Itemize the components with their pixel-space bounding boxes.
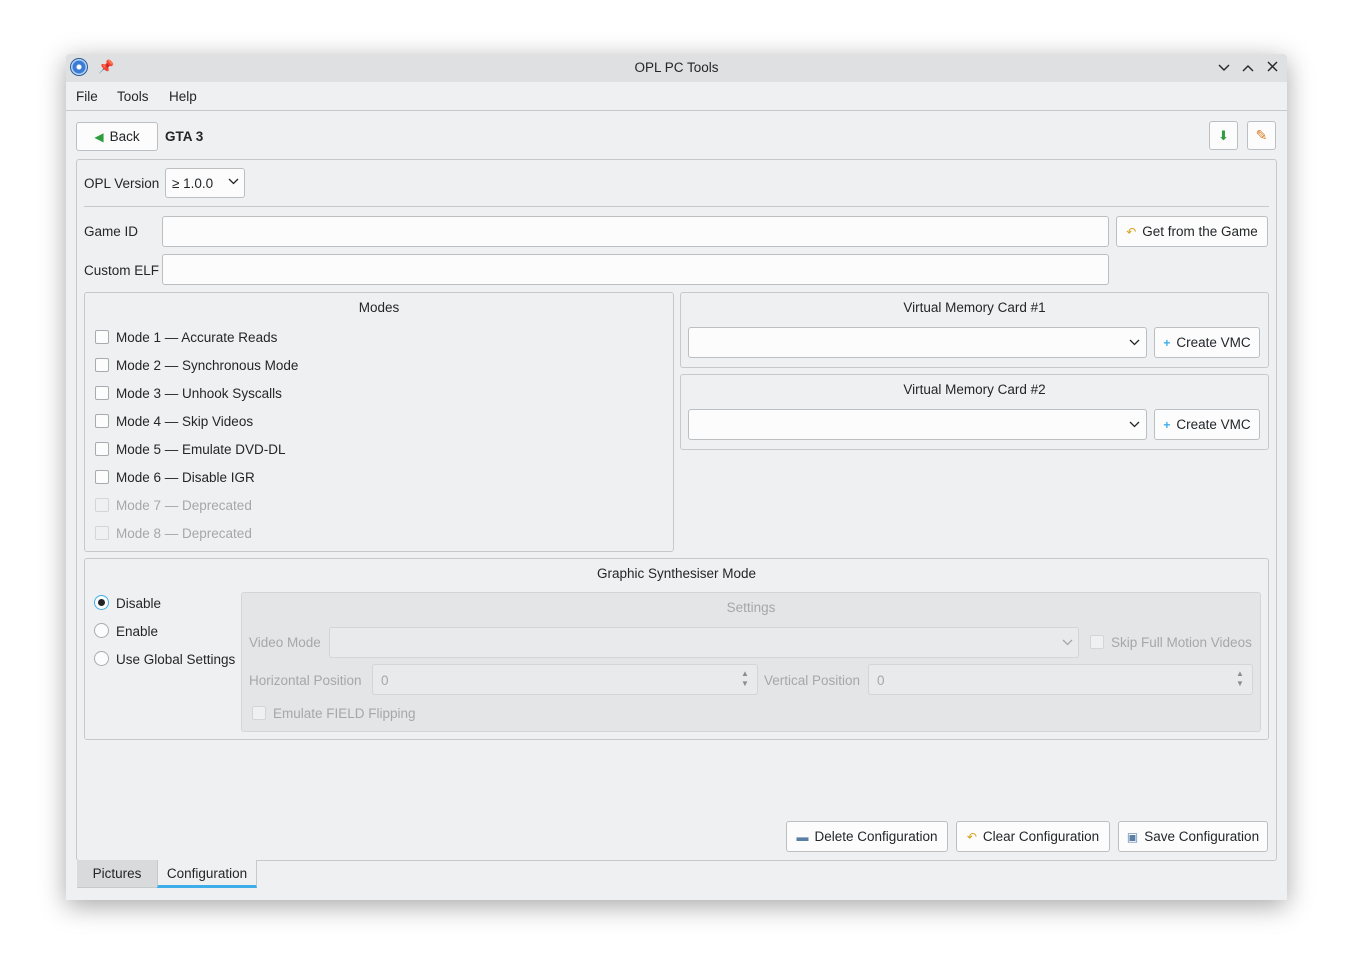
download-button[interactable]: ⬇ — [1209, 121, 1238, 150]
get-from-game-button[interactable]: ↶ Get from the Game — [1116, 216, 1268, 247]
modes-title: Modes — [358, 300, 400, 315]
mode-5-label[interactable]: Mode 5 — Emulate DVD-DL — [116, 442, 286, 457]
mode-7-label: Mode 7 — Deprecated — [116, 498, 252, 513]
mode-3-checkbox[interactable] — [95, 386, 109, 400]
vertical-position-value: 0 — [877, 673, 885, 688]
mode-3-label[interactable]: Mode 3 — Unhook Syscalls — [116, 386, 282, 401]
vmc1-select[interactable] — [688, 327, 1147, 358]
clear-configuration-button[interactable]: ↶ Clear Configuration — [956, 821, 1110, 852]
gsm-title: Graphic Synthesiser Mode — [596, 566, 757, 581]
separator — [84, 206, 1269, 207]
chevron-down-icon — [1062, 637, 1073, 649]
tab-configuration[interactable]: Configuration — [157, 860, 257, 888]
menu-tools[interactable]: Tools — [117, 89, 149, 104]
video-mode-select — [329, 627, 1079, 658]
trash-icon: ▬ — [796, 829, 809, 844]
minimize-icon[interactable] — [1214, 58, 1234, 78]
save-icon: ▣ — [1126, 829, 1139, 844]
spin-up-icon: ▲ — [1236, 669, 1244, 678]
mode-5-checkbox[interactable] — [95, 442, 109, 456]
chevron-down-icon — [1129, 337, 1140, 349]
vmc2-create-label: Create VMC — [1176, 417, 1251, 432]
game-title: GTA 3 — [165, 129, 204, 144]
download-icon: ⬇ — [1218, 127, 1229, 143]
vertical-position-spinbox: 0 ▲ ▼ — [868, 664, 1253, 695]
get-from-game-label: Get from the Game — [1142, 224, 1258, 239]
app-window: 📌 OPL PC Tools File Tools Help ◀ Back GT… — [66, 54, 1287, 900]
menu-file[interactable]: File — [76, 89, 98, 104]
game-id-label: Game ID — [84, 224, 139, 239]
horizontal-position-label: Horizontal Position — [249, 673, 362, 688]
vertical-position-label: Vertical Position — [764, 673, 861, 688]
spin-down-icon: ▼ — [1236, 679, 1244, 688]
tab-pictures[interactable]: Pictures — [77, 860, 157, 888]
vmc1-create-label: Create VMC — [1176, 335, 1251, 350]
mode-4-label[interactable]: Mode 4 — Skip Videos — [116, 414, 253, 429]
mode-6-checkbox[interactable] — [95, 470, 109, 484]
back-button[interactable]: ◀ Back — [76, 122, 158, 151]
gsm-enable-radio[interactable] — [94, 623, 109, 638]
back-button-label: Back — [109, 129, 140, 144]
opl-version-label: OPL Version — [84, 176, 160, 191]
undo-arrow-icon: ↶ — [1126, 224, 1137, 239]
save-configuration-label: Save Configuration — [1144, 829, 1260, 844]
gsm-enable-label[interactable]: Enable — [116, 624, 158, 639]
opl-version-select[interactable]: ≥ 1.0.0 — [165, 168, 245, 198]
gsm-disable-label[interactable]: Disable — [116, 596, 161, 611]
menu-help[interactable]: Help — [169, 89, 197, 104]
horizontal-position-value: 0 — [381, 673, 389, 688]
mode-4-checkbox[interactable] — [95, 414, 109, 428]
vmc2-create-button[interactable]: + Create VMC — [1154, 409, 1260, 440]
title-bar[interactable]: 📌 OPL PC Tools — [66, 54, 1287, 82]
mode-1-label[interactable]: Mode 1 — Accurate Reads — [116, 330, 277, 345]
back-arrow-icon: ◀ — [94, 129, 104, 144]
mode-8-label: Mode 8 — Deprecated — [116, 526, 252, 541]
gsm-global-label[interactable]: Use Global Settings — [116, 652, 235, 667]
menu-bar: File Tools Help — [66, 82, 1287, 111]
vmc2-title: Virtual Memory Card #2 — [903, 382, 1046, 397]
field-flipping-label: Emulate FIELD Flipping — [273, 706, 416, 721]
vmc1-title: Virtual Memory Card #1 — [903, 300, 1046, 315]
spin-up-icon: ▲ — [741, 669, 749, 678]
chevron-down-icon — [1129, 419, 1140, 431]
skip-fmv-checkbox — [1090, 635, 1104, 649]
mode-2-label[interactable]: Mode 2 — Synchronous Mode — [116, 358, 298, 373]
edit-icon: ✎ — [1255, 127, 1268, 143]
clear-configuration-label: Clear Configuration — [982, 829, 1100, 844]
opl-version-value: ≥ 1.0.0 — [172, 175, 214, 191]
gsm-global-radio[interactable] — [94, 651, 109, 666]
field-flipping-checkbox — [252, 706, 266, 720]
mode-8-checkbox — [95, 526, 109, 540]
mode-7-checkbox — [95, 498, 109, 512]
delete-configuration-label: Delete Configuration — [814, 829, 938, 844]
maximize-icon[interactable] — [1238, 58, 1258, 78]
custom-elf-input[interactable] — [162, 254, 1109, 285]
save-configuration-button[interactable]: ▣ Save Configuration — [1118, 821, 1268, 852]
custom-elf-label: Custom ELF — [84, 263, 160, 278]
horizontal-position-spinbox: 0 ▲ ▼ — [372, 664, 758, 695]
close-icon[interactable] — [1262, 58, 1282, 78]
gsm-disable-radio[interactable] — [94, 595, 109, 610]
mode-6-label[interactable]: Mode 6 — Disable IGR — [116, 470, 255, 485]
plus-icon: + — [1163, 417, 1171, 432]
gsm-settings-title: Settings — [726, 600, 776, 615]
mode-2-checkbox[interactable] — [95, 358, 109, 372]
edit-button[interactable]: ✎ — [1247, 121, 1276, 150]
delete-configuration-button[interactable]: ▬ Delete Configuration — [786, 821, 948, 852]
chevron-down-icon — [228, 176, 239, 188]
vmc2-select[interactable] — [688, 409, 1147, 440]
mode-1-checkbox[interactable] — [95, 330, 109, 344]
spin-down-icon: ▼ — [741, 679, 749, 688]
vmc1-create-button[interactable]: + Create VMC — [1154, 327, 1260, 358]
video-mode-label: Video Mode — [249, 635, 321, 650]
window-title: OPL PC Tools — [634, 60, 719, 75]
plus-icon: + — [1163, 335, 1171, 350]
skip-fmv-label: Skip Full Motion Videos — [1111, 635, 1252, 650]
game-id-input[interactable] — [162, 216, 1109, 247]
undo-arrow-icon: ↶ — [966, 829, 977, 844]
